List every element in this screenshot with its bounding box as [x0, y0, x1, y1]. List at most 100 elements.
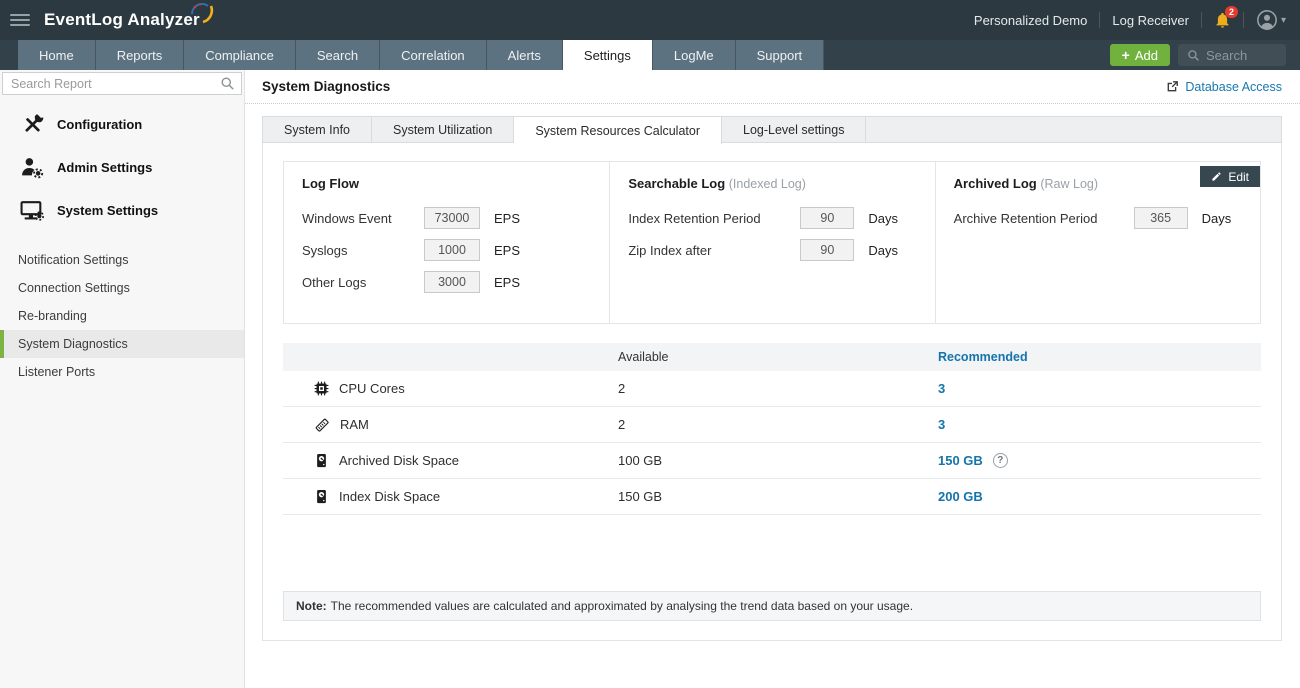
available-value: 2: [618, 417, 938, 432]
nav-tab-reports[interactable]: Reports: [96, 40, 185, 70]
log-flow-column: Log Flow Windows Event EPS Syslogs EPS O…: [284, 162, 609, 323]
sidebar-group-label: Configuration: [57, 117, 142, 132]
notification-badge: 2: [1225, 6, 1238, 18]
cpu-icon: [314, 381, 329, 396]
table-row-index-disk-space: Index Disk Space 150 GB 200 GB: [283, 479, 1261, 515]
log-settings-panel: Log Flow Windows Event EPS Syslogs EPS O…: [283, 161, 1261, 324]
nav-tab-support[interactable]: Support: [736, 40, 825, 70]
windows-event-eps-input[interactable]: [424, 207, 480, 229]
help-icon[interactable]: ?: [993, 453, 1008, 468]
archive-retention-input[interactable]: [1134, 207, 1188, 229]
settings-sidebar: Configuration Admin Settings: [0, 70, 245, 688]
resources-table: Available Recommended CPU Cores 2: [283, 343, 1261, 515]
recommended-column-header: Recommended: [938, 350, 1261, 364]
log-flow-title: Log Flow: [302, 176, 591, 191]
index-retention-input[interactable]: [800, 207, 854, 229]
brand-swoosh-icon: [188, 1, 216, 25]
database-access-link[interactable]: Database Access: [1166, 80, 1282, 94]
nav-tab-search[interactable]: Search: [296, 40, 380, 70]
user-avatar-icon: [1256, 9, 1278, 31]
table-row-archived-disk-space: Archived Disk Space 100 GB 150 GB ?: [283, 443, 1261, 479]
field-label: Zip Index after: [628, 243, 800, 258]
available-value: 2: [618, 381, 938, 396]
sidebar-item-listener-ports[interactable]: Listener Ports: [0, 358, 244, 386]
searchable-log-column: Searchable Log (Indexed Log) Index Reten…: [609, 162, 934, 323]
sidebar-item-notification-settings[interactable]: Notification Settings: [0, 246, 244, 274]
sidebar-group-admin-settings[interactable]: Admin Settings: [0, 146, 244, 189]
nav-tab-settings[interactable]: Settings: [563, 40, 653, 70]
recommended-value: 200 GB: [938, 489, 983, 504]
field-unit: Days: [868, 211, 898, 226]
calculator-content: Log Flow Windows Event EPS Syslogs EPS O…: [262, 143, 1282, 641]
field-label: Syslogs: [302, 243, 424, 258]
row-label: Index Disk Space: [339, 489, 440, 504]
tab-system-utilization[interactable]: System Utilization: [372, 117, 514, 143]
top-bar: EventLog Analyzer Personalized Demo Log …: [0, 0, 1300, 40]
external-link-icon: [1166, 80, 1179, 93]
recommended-value: 150 GB: [938, 453, 983, 468]
field-unit: Days: [868, 243, 898, 258]
edit-button-label: Edit: [1228, 170, 1249, 184]
global-search[interactable]: [1178, 44, 1286, 66]
brand-name: EventLog Analyzer: [44, 10, 200, 30]
field-label: Archive Retention Period: [954, 211, 1134, 226]
row-label: CPU Cores: [339, 381, 405, 396]
database-access-label: Database Access: [1185, 80, 1282, 94]
admin-user-icon: [20, 155, 45, 180]
edit-pencil-icon: [1211, 171, 1222, 182]
archived-log-subtitle: (Raw Log): [1040, 177, 1098, 191]
field-unit: EPS: [494, 275, 520, 290]
plus-icon: +: [1122, 47, 1130, 63]
sidebar-item-system-diagnostics[interactable]: System Diagnostics: [0, 330, 244, 358]
table-header-row: Available Recommended: [283, 343, 1261, 371]
sidebar-item-connection-settings[interactable]: Connection Settings: [0, 274, 244, 302]
nav-tab-compliance[interactable]: Compliance: [184, 40, 296, 70]
tools-icon: [20, 112, 45, 137]
global-search-input[interactable]: [1206, 48, 1276, 63]
searchable-log-subtitle: (Indexed Log): [729, 177, 806, 191]
disk-icon: [314, 489, 329, 504]
nav-tab-correlation[interactable]: Correlation: [380, 40, 487, 70]
sidebar-group-system-settings[interactable]: System Settings: [0, 189, 244, 232]
tab-log-level-settings[interactable]: Log-Level settings: [722, 117, 866, 143]
field-label: Index Retention Period: [628, 211, 800, 226]
sidebar-group-label: Admin Settings: [57, 160, 152, 175]
nav-tab-logme[interactable]: LogMe: [653, 40, 736, 70]
personalized-demo-link[interactable]: Personalized Demo: [974, 13, 1087, 28]
field-label: Other Logs: [302, 275, 424, 290]
row-label: Archived Disk Space: [339, 453, 459, 468]
add-button[interactable]: + Add: [1110, 44, 1170, 66]
tab-system-info[interactable]: System Info: [263, 117, 372, 143]
log-receiver-link[interactable]: Log Receiver: [1112, 13, 1189, 28]
field-unit: EPS: [494, 243, 520, 258]
available-value: 100 GB: [618, 453, 938, 468]
table-row-cpu-cores: CPU Cores 2 3: [283, 371, 1261, 407]
available-value: 150 GB: [618, 489, 938, 504]
ram-icon: [314, 417, 330, 433]
notifications-button[interactable]: 2: [1214, 11, 1231, 29]
tab-system-resources-calculator[interactable]: System Resources Calculator: [514, 116, 722, 144]
note-text: The recommended values are calculated an…: [331, 599, 913, 613]
add-button-label: Add: [1135, 48, 1158, 63]
search-report-input[interactable]: [2, 72, 242, 95]
zip-index-after-input[interactable]: [800, 239, 854, 261]
caret-down-icon: ▾: [1281, 15, 1286, 26]
sidebar-group-configuration[interactable]: Configuration: [0, 103, 244, 146]
nav-tab-alerts[interactable]: Alerts: [487, 40, 563, 70]
note-label: Note:: [296, 599, 327, 613]
other-logs-eps-input[interactable]: [424, 271, 480, 293]
archived-log-title: Archived Log: [954, 176, 1037, 191]
field-unit: Days: [1202, 211, 1232, 226]
user-menu-button[interactable]: ▾: [1256, 9, 1286, 31]
nav-tab-home[interactable]: Home: [18, 40, 96, 70]
sidebar-item-re-branding[interactable]: Re-branding: [0, 302, 244, 330]
syslogs-eps-input[interactable]: [424, 239, 480, 261]
divider: [1243, 12, 1244, 28]
edit-button[interactable]: Edit: [1200, 166, 1260, 187]
available-column-header: Available: [618, 350, 938, 364]
diagnostics-tabs: System Info System Utilization System Re…: [262, 116, 1282, 143]
main-nav: Home Reports Compliance Search Correlati…: [0, 40, 1300, 70]
menu-icon[interactable]: [10, 14, 30, 26]
searchable-log-title: Searchable Log: [628, 176, 725, 191]
main-content: System Diagnostics Database Access Syste…: [245, 70, 1300, 688]
